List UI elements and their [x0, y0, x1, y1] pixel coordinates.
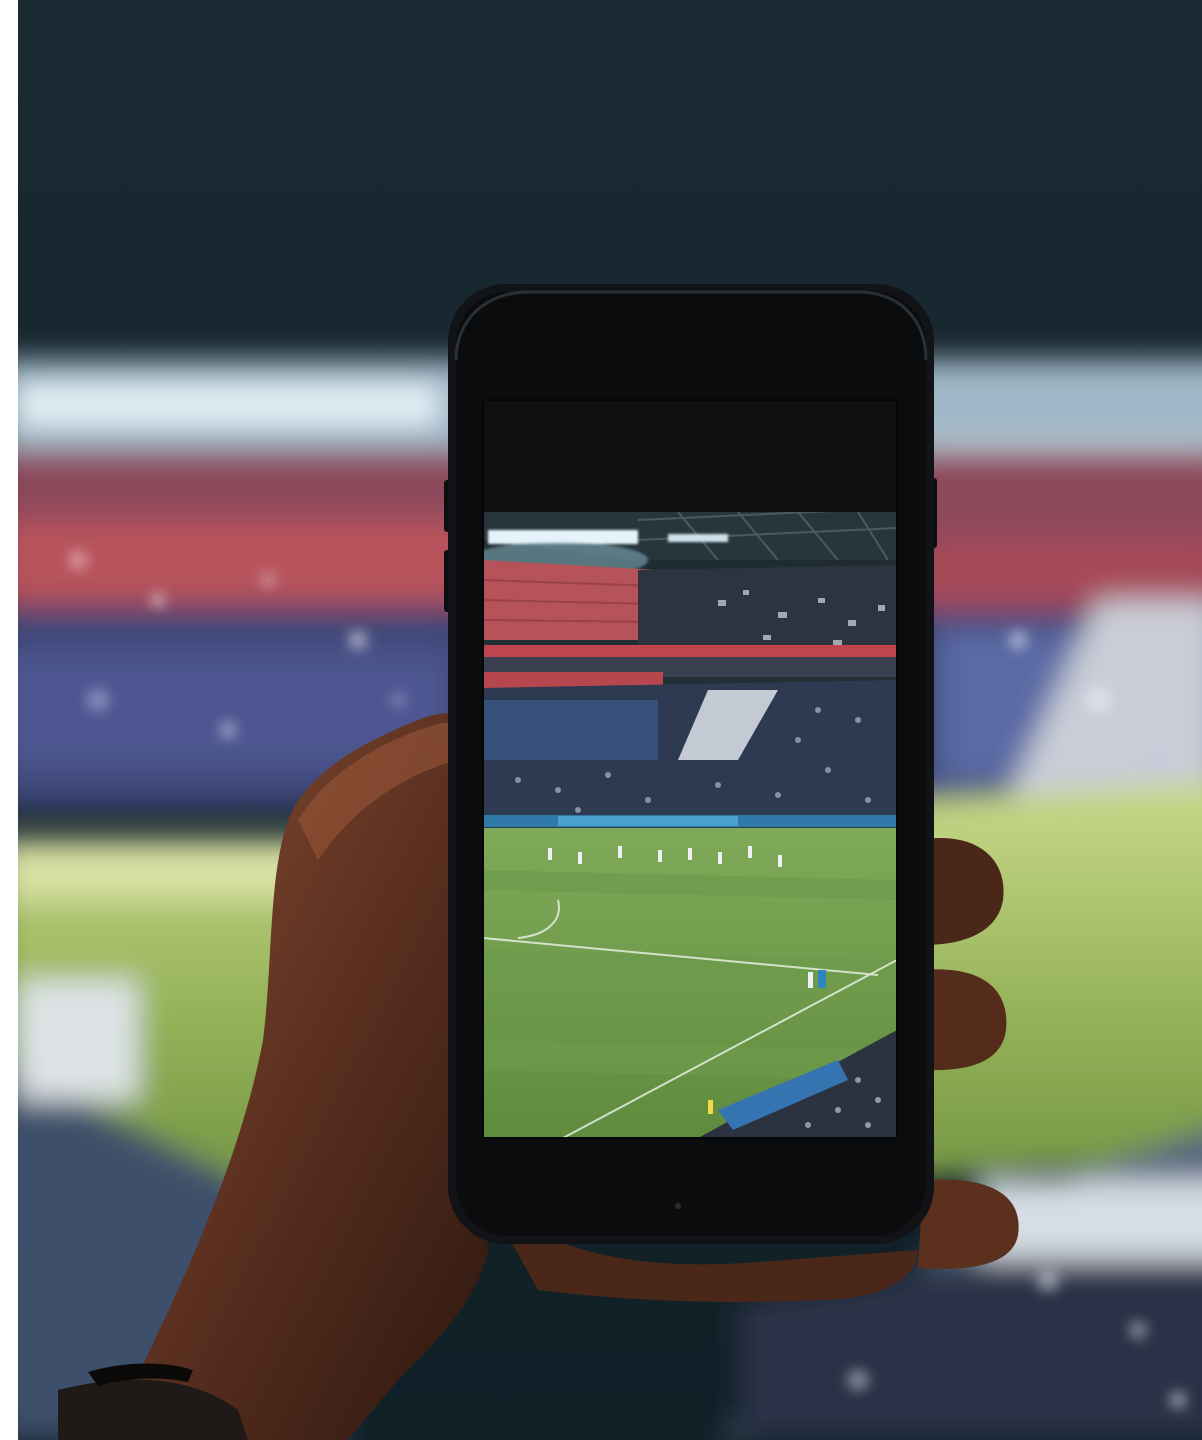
phone-screen-photo — [483, 512, 897, 1138]
home-indicator — [675, 1203, 681, 1209]
photo — [18, 0, 1202, 1440]
scene-svg — [18, 0, 1202, 1440]
screen-top-dark — [483, 400, 897, 512]
left-white-margin — [0, 0, 18, 1440]
